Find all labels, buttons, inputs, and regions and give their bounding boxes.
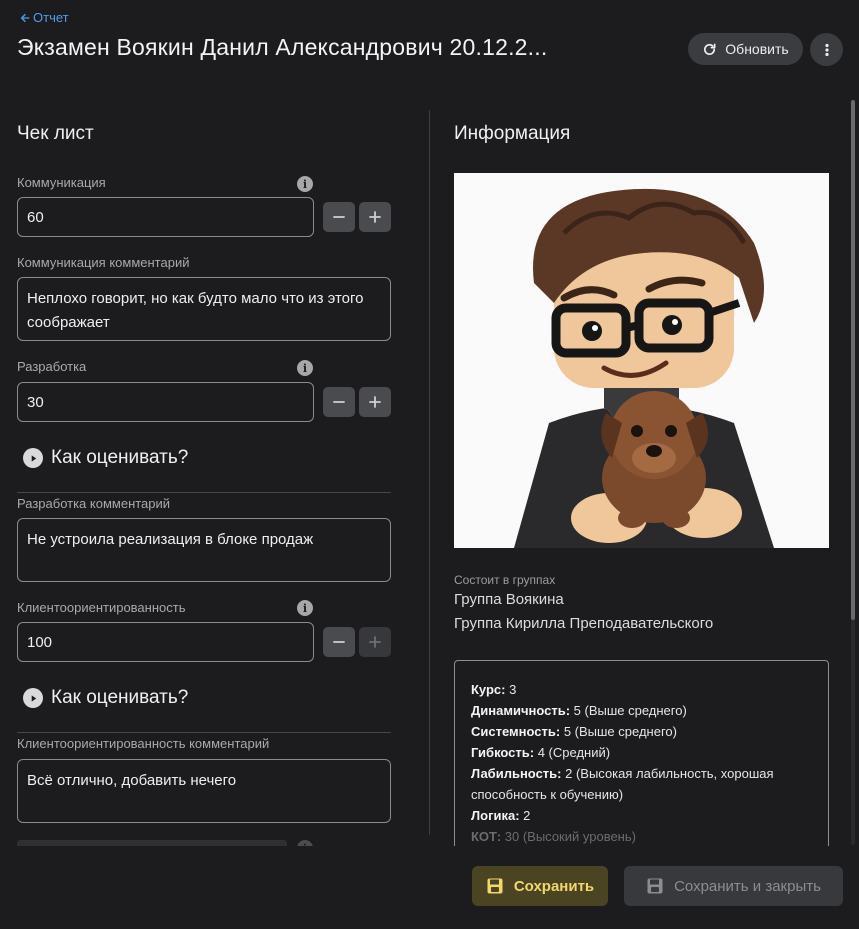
info-title: Информация [454,123,571,144]
development-input[interactable]: 30 [17,382,314,422]
detail-row: Динамичность: 5 (Выше среднего) [471,700,812,721]
detail-key: Лабильность: [471,766,562,781]
development-label: Разработка [17,359,87,374]
save-button[interactable]: Сохранить [472,866,608,906]
how-to-rate-label: Как оценивать? [51,687,189,708]
personal-details-box: Курс: 3 Динамичность: 5 (Выше среднего) … [454,660,829,860]
communication-comment-label: Коммуникация комментарий [17,255,190,270]
client-orientation-decrement-button[interactable] [323,627,355,657]
communication-input[interactable]: 60 [17,197,314,237]
client-orientation-comment-label: Клиентоориентированность комментарий [17,736,270,751]
detail-key: Системность: [471,724,561,739]
detail-key: Логика: [471,808,520,823]
plus-icon [369,211,381,223]
info-icon[interactable]: i [297,176,313,192]
plus-icon [369,636,381,648]
back-link-label: Отчет [33,10,69,25]
detail-row: Гибкость: 4 (Средний) [471,742,812,763]
detail-row: Системность: 5 (Выше среднего) [471,721,812,742]
floppy-disk-icon [647,878,663,894]
lego-figure-avatar [454,173,829,548]
communication-decrement-button[interactable] [323,202,355,232]
more-options-button[interactable] [810,33,843,66]
info-icon[interactable]: i [297,360,313,376]
client-orientation-comment-textarea[interactable]: Всё отлично, добавить нечего [17,759,391,823]
detail-key: КОТ: [471,829,502,844]
detail-row: КОТ: 30 (Высокий уровень) [471,826,812,847]
detail-key: Динамичность: [471,703,571,718]
detail-row: Курс: 3 [471,679,812,700]
save-and-close-button-label: Сохранить и закрыть [674,877,821,895]
detail-key: Курс: [471,682,506,697]
scrollbar-thumb[interactable] [851,100,855,620]
client-orientation-increment-button[interactable] [359,627,391,657]
detail-value: 3 [505,682,517,697]
vertical-divider [429,110,430,835]
development-decrement-button[interactable] [323,387,355,417]
detail-value: 4 (Средний) [534,745,611,760]
play-icon [23,688,43,708]
save-button-label: Сохранить [513,877,595,895]
arrow-left-icon [20,13,30,22]
refresh-button-label: Обновить [725,41,789,57]
communication-label: Коммуникация [17,175,106,190]
detail-value: 5 (Выше среднего) [560,724,677,739]
minus-icon [333,216,345,218]
refresh-button[interactable]: Обновить [688,33,803,65]
development-comment-label: Разработка комментарий [17,496,171,511]
detail-value: 5 (Выше среднего) [570,703,687,718]
development-comment-textarea[interactable]: Не устроила реализация в блоке продаж [17,518,391,582]
detail-row: Лабильность: 2 (Высокая лабильность, хор… [471,763,812,805]
detail-value: 2 [519,808,531,823]
group-item: Группа Воякина [454,591,564,608]
detail-row: Логика: 2 [471,805,812,826]
more-vertical-icon [824,43,829,56]
page-title: Экзамен Воякин Данил Александрович 20.12… [17,34,548,60]
client-orientation-label: Клиентоориентированность [17,600,186,615]
development-increment-button[interactable] [359,387,391,417]
avatar-photo [454,173,829,548]
checklist-panel: Чек лист Коммуникация i 60 Коммуникация … [17,110,391,855]
back-link[interactable]: Отчет [19,10,69,25]
floppy-disk-icon [487,878,503,894]
how-to-rate-toggle[interactable]: Как оценивать? [23,447,188,469]
detail-value: 30 (Высокий уровень) [501,829,636,844]
groups-label: Состоит в группах [454,573,556,587]
client-orientation-input[interactable]: 100 [17,622,314,662]
communication-increment-button[interactable] [359,202,391,232]
refresh-icon [704,43,716,55]
save-and-close-button[interactable]: Сохранить и закрыть [624,866,843,906]
minus-icon [333,401,345,403]
minus-icon [333,641,345,643]
play-icon [23,448,43,468]
communication-comment-textarea[interactable]: Неплохо говорит, но как будто мало что и… [17,277,391,341]
scrollbar[interactable] [851,100,855,845]
divider [17,732,391,733]
how-to-rate-label: Как оценивать? [51,447,189,468]
plus-icon [369,396,381,408]
divider [17,492,391,493]
info-icon[interactable]: i [297,600,313,616]
group-item: Группа Кирилла Преподавательского [454,615,714,632]
detail-key: Гибкость: [471,745,535,760]
how-to-rate-toggle[interactable]: Как оценивать? [23,687,188,709]
checklist-title: Чек лист [17,123,94,144]
